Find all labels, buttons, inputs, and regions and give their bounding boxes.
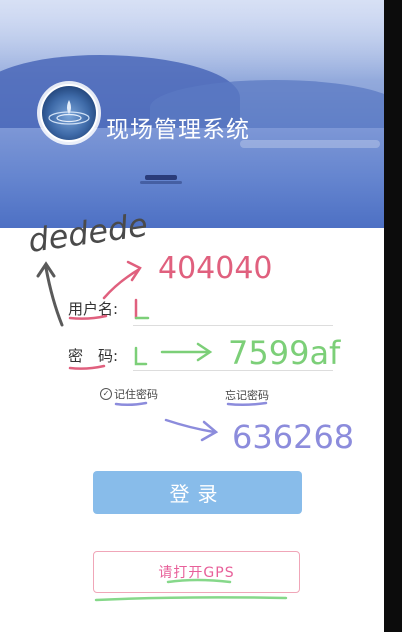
app-screen: 现场管理系统 用户名: 密 码: ✓ 记住密码 忘记密码 登录 请打开GPS d… [0,0,384,632]
annotation-arrowhead [126,260,142,282]
boat [145,175,177,180]
annotation-404040: 404040 [158,251,273,286]
username-underline [133,325,333,326]
annotation-arrowhead [36,261,56,278]
annotation-636268: 636268 [232,418,354,456]
username-input[interactable] [135,297,325,317]
annotation-arrowhead [200,420,219,442]
app-title: 现场管理系统 [106,117,250,143]
remember-password-checkbox[interactable]: ✓ 记住密码 [100,386,158,402]
app-logo [40,84,98,142]
water-drop-icon [42,86,96,140]
annotation-arrow [164,418,216,434]
remember-password-label: 记住密码 [114,388,158,401]
boat-reflection [140,181,182,184]
password-underline [133,370,333,371]
password-label: 密 码: [68,347,119,365]
annotation-underline [226,401,268,407]
annotation-underline [114,401,148,407]
header-banner: 现场管理系统 [0,0,384,228]
screen-edge [384,0,402,632]
water-shimmer [240,140,380,148]
password-input[interactable] [135,344,325,364]
login-button[interactable]: 登录 [93,471,302,514]
forgot-password-link[interactable]: 忘记密码 [225,387,269,403]
check-circle-icon[interactable]: ✓ [100,388,112,400]
username-label: 用户名: [68,300,119,318]
gps-button[interactable]: 请打开GPS [93,551,300,593]
annotation-underline [94,596,288,602]
username-row: 用户名: [60,294,340,322]
password-row: 密 码: [60,341,340,369]
